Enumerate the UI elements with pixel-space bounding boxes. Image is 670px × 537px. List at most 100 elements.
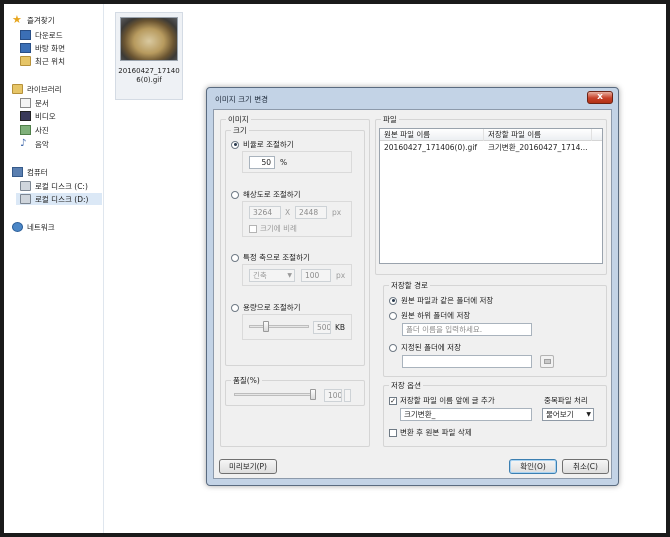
nav-computer-label: 컴퓨터 xyxy=(27,167,48,177)
nav-pictures[interactable]: 사진 xyxy=(20,124,49,136)
sub-folder-radio[interactable]: 원본 하위 폴더에 저장 xyxy=(389,310,470,321)
axis-select[interactable]: 긴축 ▼ xyxy=(249,269,295,282)
nav-libraries-label: 라이브러리 xyxy=(27,84,62,94)
save-path-group-label: 저장할 경로 xyxy=(389,280,430,291)
nav-local-disk-c[interactable]: 로컬 디스크 (C:) xyxy=(20,180,88,192)
file-group: 파일 원본 파일 이름 저장할 파일 이름 20160427_171406(0)… xyxy=(375,114,607,275)
ratio-input[interactable]: 50 xyxy=(249,156,275,169)
folder-path-input[interactable] xyxy=(402,355,532,368)
folder-icon xyxy=(544,359,551,364)
by-resolution-label: 해상도로 조절하기 xyxy=(243,190,301,199)
resolution-panel: 3264 X 2448 px 크기에 비례 xyxy=(242,201,352,237)
quality-spinner[interactable] xyxy=(344,389,351,402)
documents-icon xyxy=(20,98,31,108)
video-icon xyxy=(20,111,31,121)
file-list-row[interactable]: 20160427_171406(0).gif 크기변환_20160427_171… xyxy=(380,142,602,154)
filesize-input[interactable]: 500 xyxy=(313,321,331,334)
resize-dialog: 이미지 크기 변경 x 이미지 크기 비율로 조절하기 50 % 해상도로 조절… xyxy=(206,87,619,486)
network-icon xyxy=(12,222,23,232)
music-icon: ♪ xyxy=(20,138,27,149)
by-filesize-label: 용량으로 조절하기 xyxy=(243,303,301,312)
close-button[interactable]: x xyxy=(587,91,613,104)
star-icon: ★ xyxy=(12,13,22,26)
resolution-unit: px xyxy=(332,208,342,217)
navigation-pane: ★ 즐겨찾기 다운로드 바탕 화면 최근 위치 라이브러리 문서 비디오 사진 … xyxy=(4,4,104,533)
add-prefix-label: 저장할 파일 이름 앞에 글 추가 xyxy=(400,396,495,405)
disk-icon xyxy=(20,181,31,191)
col-target[interactable]: 저장할 파일 이름 xyxy=(484,129,592,141)
by-resolution-radio[interactable]: 해상도로 조절하기 xyxy=(231,189,301,200)
nav-local-disk-d-label: 로컬 디스크 (D:) xyxy=(35,194,89,204)
height-input[interactable]: 2448 xyxy=(295,206,327,219)
image-group-label: 이미지 xyxy=(226,114,251,125)
by-ratio-radio[interactable]: 비율로 조절하기 xyxy=(231,139,294,150)
file-list[interactable]: 원본 파일 이름 저장할 파일 이름 20160427_171406(0).gi… xyxy=(379,128,603,264)
duplicate-label: 중복파일 처리 xyxy=(544,396,588,405)
preview-button[interactable]: 미리보기(P) xyxy=(219,459,277,474)
browse-folder-button[interactable] xyxy=(540,355,554,368)
nav-computer[interactable]: 컴퓨터 xyxy=(12,166,48,178)
size-group-label: 크기 xyxy=(231,125,249,136)
axis-input[interactable]: 100 xyxy=(301,269,331,282)
dialog-titlebar[interactable]: 이미지 크기 변경 x xyxy=(207,88,618,108)
add-prefix-checkbox[interactable]: ✓ 저장할 파일 이름 앞에 글 추가 xyxy=(389,395,495,406)
file-name: 20160427_171406(0).gif xyxy=(118,67,180,84)
folder-name-input[interactable]: 폴더 이름을 입력하세요. xyxy=(402,323,532,336)
same-folder-radio[interactable]: 원본 파일과 같은 폴더에 저장 xyxy=(389,295,493,306)
desktop-icon xyxy=(20,43,31,53)
nav-pictures-label: 사진 xyxy=(35,125,49,135)
library-icon xyxy=(12,84,23,94)
close-icon: x xyxy=(597,92,603,102)
radio-dot xyxy=(231,140,239,149)
size-group: 크기 비율로 조절하기 50 % 해상도로 조절하기 3264 X 2448 p… xyxy=(225,125,365,366)
specific-folder-radio[interactable]: 지정된 폴더에 저장 xyxy=(389,342,461,353)
ratio-panel: 50 % xyxy=(242,151,352,173)
nav-libraries[interactable]: 라이브러리 xyxy=(12,83,62,95)
duplicate-select[interactable]: 물어보기 ▼ xyxy=(542,408,594,421)
sub-folder-label: 원본 하위 폴더에 저장 xyxy=(401,311,471,320)
by-axis-label: 특정 축으로 조절하기 xyxy=(243,253,310,262)
axis-select-value: 긴축 xyxy=(253,271,267,280)
nav-local-disk-d[interactable]: 로컬 디스크 (D:) xyxy=(16,193,102,205)
file-item[interactable]: 20160427_171406(0).gif xyxy=(115,12,183,100)
col-source[interactable]: 원본 파일 이름 xyxy=(380,129,484,141)
checkmark-icon: ✓ xyxy=(389,396,397,405)
save-path-group: 저장할 경로 원본 파일과 같은 폴더에 저장 원본 하위 폴더에 저장 폴더 … xyxy=(383,280,607,377)
filesize-slider-thumb[interactable] xyxy=(262,321,269,332)
quality-input[interactable]: 100 xyxy=(324,389,342,402)
nav-desktop[interactable]: 바탕 화면 xyxy=(20,42,65,54)
computer-icon xyxy=(12,167,23,177)
nav-downloads[interactable]: 다운로드 xyxy=(20,29,63,41)
filesize-slider-track[interactable] xyxy=(249,325,309,328)
nav-documents[interactable]: 문서 xyxy=(20,97,49,109)
ok-button[interactable]: 확인(O) xyxy=(509,459,557,474)
axis-unit: px xyxy=(336,271,346,280)
nav-recent[interactable]: 최근 위치 xyxy=(20,55,65,67)
delete-original-checkbox[interactable]: 변환 후 원본 파일 삭제 xyxy=(389,427,472,438)
prefix-input[interactable]: 크기변환_ xyxy=(400,408,532,421)
nav-desktop-label: 바탕 화면 xyxy=(35,43,65,53)
by-axis-radio[interactable]: 특정 축으로 조절하기 xyxy=(231,252,310,263)
nav-music-label: 음악 xyxy=(35,139,49,149)
save-options-group: 저장 옵션 ✓ 저장할 파일 이름 앞에 글 추가 크기변환_ 중복파일 처리 … xyxy=(383,380,607,447)
cell-source: 20160427_171406(0).gif xyxy=(384,143,478,152)
nav-videos-label: 비디오 xyxy=(35,111,56,121)
by-filesize-radio[interactable]: 용량으로 조절하기 xyxy=(231,302,301,313)
nav-music[interactable]: ♪ 음악 xyxy=(20,138,49,150)
quality-slider-thumb[interactable] xyxy=(310,389,316,400)
cancel-button[interactable]: 취소(C) xyxy=(562,459,609,474)
keep-ratio-checkbox[interactable]: 크기에 비례 xyxy=(249,223,297,234)
times-sign: X xyxy=(285,208,291,217)
radio-dot xyxy=(389,343,397,352)
save-options-group-label: 저장 옵션 xyxy=(389,380,423,391)
nav-videos[interactable]: 비디오 xyxy=(20,110,56,122)
quality-slider-track[interactable] xyxy=(234,393,316,396)
nav-favorites-label: 즐겨찾기 xyxy=(27,15,55,25)
same-folder-label: 원본 파일과 같은 폴더에 저장 xyxy=(401,296,494,305)
nav-network[interactable]: 네트워크 xyxy=(12,221,55,233)
nav-network-label: 네트워크 xyxy=(27,222,55,232)
axis-panel: 긴축 ▼ 100 px xyxy=(242,264,352,286)
width-input[interactable]: 3264 xyxy=(249,206,281,219)
nav-favorites[interactable]: ★ 즐겨찾기 xyxy=(12,14,55,26)
file-group-label: 파일 xyxy=(381,114,399,125)
